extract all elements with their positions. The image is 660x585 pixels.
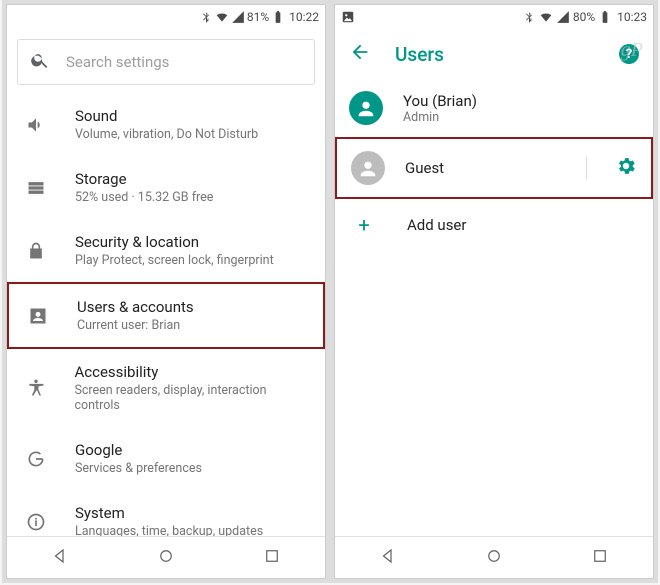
image-notif-icon: [341, 10, 355, 24]
signal-icon: [556, 10, 570, 24]
nav-back-button[interactable]: [51, 547, 69, 569]
settings-item-users-accounts[interactable]: Users & accounts Current user: Brian: [7, 282, 325, 349]
guest-settings-button[interactable]: [615, 155, 637, 181]
settings-item-security[interactable]: Security & location Play Protect, screen…: [7, 219, 325, 282]
help-button[interactable]: ?: [619, 44, 639, 64]
settings-item-system[interactable]: System Languages, time, backup, updates: [7, 490, 325, 536]
bluetooth-icon: [522, 10, 536, 24]
item-title: Users & accounts: [77, 298, 194, 316]
users-screen: 80% 10:23 Users ? gP You (Brian) Admin: [334, 4, 654, 579]
battery-icon: [271, 10, 285, 24]
avatar-icon: [349, 91, 383, 125]
nav-back-button[interactable]: [379, 547, 397, 569]
item-subtitle: Play Protect, screen lock, fingerprint: [75, 253, 274, 268]
search-icon: [30, 50, 50, 74]
item-title: Sound: [75, 107, 258, 125]
item-subtitle: Services & preferences: [75, 461, 202, 476]
plus-icon: +: [349, 213, 379, 237]
wifi-icon: [539, 10, 553, 24]
info-icon: [25, 512, 47, 532]
navigation-bar: [335, 536, 653, 578]
user-row-you[interactable]: You (Brian) Admin: [335, 79, 653, 137]
add-user-label: Add user: [407, 216, 466, 234]
screen-title: Users: [395, 43, 595, 66]
navigation-bar: [7, 536, 325, 578]
account-box-icon: [27, 306, 49, 326]
user-name: You (Brian): [403, 92, 477, 110]
settings-screen: 81% 10:22 Search settings Sound Volume, …: [6, 4, 326, 579]
item-subtitle: Volume, vibration, Do Not Disturb: [75, 127, 258, 142]
volume-icon: [25, 115, 47, 135]
user-sub: Admin: [403, 110, 477, 125]
storage-icon: [25, 178, 47, 198]
settings-list: Sound Volume, vibration, Do Not Disturb …: [7, 93, 325, 536]
settings-item-sound[interactable]: Sound Volume, vibration, Do Not Disturb: [7, 93, 325, 156]
search-placeholder: Search settings: [66, 53, 169, 71]
settings-item-storage[interactable]: Storage 52% used · 15.32 GB free: [7, 156, 325, 219]
nav-home-button[interactable]: [157, 547, 175, 569]
nav-recent-button[interactable]: [591, 547, 609, 569]
item-title: System: [75, 504, 263, 522]
add-user-row[interactable]: + Add user: [335, 199, 653, 251]
bluetooth-icon: [199, 10, 213, 24]
users-list: You (Brian) Admin Guest + Add user: [335, 79, 653, 536]
battery-icon: [598, 10, 612, 24]
google-icon: [25, 449, 47, 469]
wifi-icon: [215, 10, 229, 24]
item-title: Security & location: [75, 233, 274, 251]
item-subtitle: 52% used · 15.32 GB free: [75, 190, 213, 205]
avatar-icon: [351, 151, 385, 185]
signal-icon: [231, 10, 245, 24]
accessibility-icon: [25, 378, 46, 398]
app-bar: Users ?: [335, 29, 653, 79]
nav-home-button[interactable]: [485, 547, 503, 569]
back-button[interactable]: [349, 41, 371, 67]
status-bar: 80% 10:23: [335, 5, 653, 29]
clock: 10:22: [289, 10, 319, 24]
user-row-guest[interactable]: Guest: [335, 137, 653, 199]
battery-percent: 80%: [573, 10, 595, 24]
item-title: Storage: [75, 170, 213, 188]
nav-recent-button[interactable]: [263, 547, 281, 569]
user-name: Guest: [405, 159, 444, 177]
clock: 10:23: [617, 10, 647, 24]
search-settings[interactable]: Search settings: [17, 39, 315, 85]
status-bar: 81% 10:22: [7, 5, 325, 29]
item-subtitle: Languages, time, backup, updates: [75, 524, 263, 536]
item-subtitle: Screen readers, display, interaction con…: [74, 383, 309, 413]
settings-item-google[interactable]: Google Services & preferences: [7, 427, 325, 490]
item-title: Accessibility: [74, 363, 309, 381]
item-title: Google: [75, 441, 202, 459]
divider: [586, 157, 587, 179]
settings-item-accessibility[interactable]: Accessibility Screen readers, display, i…: [7, 349, 325, 427]
lock-icon: [25, 241, 47, 261]
battery-percent: 81%: [247, 10, 269, 24]
item-subtitle: Current user: Brian: [77, 318, 194, 333]
